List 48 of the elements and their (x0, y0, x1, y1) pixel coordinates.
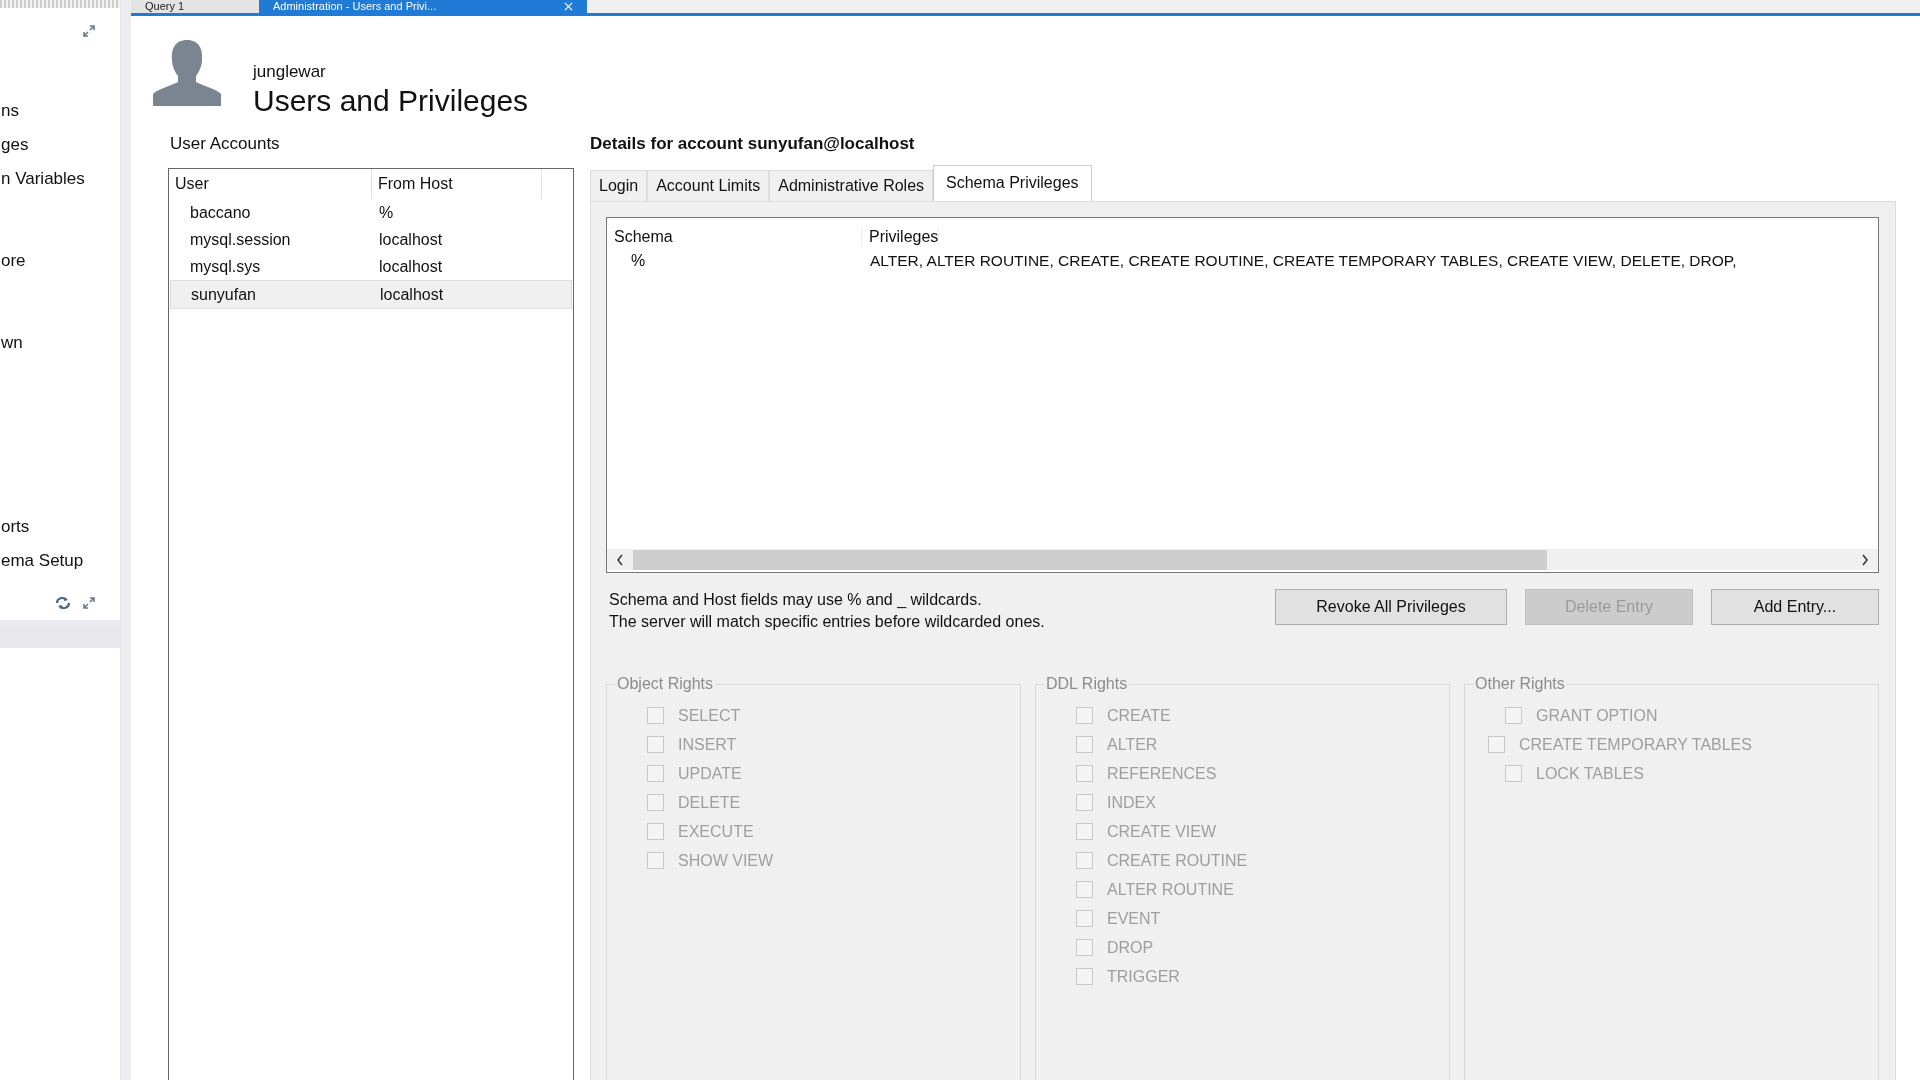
tab[interactable]: Account Limits (647, 170, 770, 201)
sidebar-item[interactable]: ore (0, 244, 26, 278)
section-title: User Accounts (169, 134, 281, 155)
document-tab[interactable]: Administration - Users and Privi... (259, 0, 587, 13)
table-cell-text: % (630, 252, 647, 270)
column-header[interactable]: Schema (607, 228, 862, 246)
tab[interactable]: Login (590, 170, 648, 201)
group-title: Other Rights (1474, 675, 1566, 693)
page-title: Users and Privileges (253, 84, 529, 118)
note-text: The server will match specific entries before wildcarded ones. (609, 612, 1045, 632)
group-title: Object Rights (616, 675, 715, 693)
expand-icon[interactable] (82, 596, 96, 610)
account-row[interactable]: baccano % (170, 199, 572, 226)
table-cell-text: ALTER, ALTER ROUTINE, CREATE, CREATE ROUTINE, CREATE TEMPORARY TABLES, CREATE VIEW, DELETE, DROP, (869, 252, 1737, 270)
close-icon[interactable] (564, 2, 573, 11)
table-cell-text: % (378, 203, 394, 222)
table-cell-text: localhost (379, 285, 444, 304)
table-cell-text: mysql.session (189, 230, 292, 249)
account-row[interactable]: mysql.session localhost (170, 226, 572, 253)
table-cell-text: localhost (378, 230, 443, 249)
sidebar-item[interactable]: ema Setup (0, 544, 84, 578)
note-text: Schema and Host fields may use % and _ wildcards. (609, 590, 983, 610)
details-title: Details for account sunyufan@localhost (590, 134, 916, 155)
column-header[interactable]: User (169, 169, 372, 199)
sidebar-item[interactable]: ges (0, 128, 29, 162)
table-cell-text: baccano (189, 203, 252, 222)
column-header[interactable]: Privileges (862, 228, 940, 246)
table-cell-text: mysql.sys (189, 257, 262, 276)
sidebar-item[interactable]: ns (0, 94, 19, 128)
refresh-icon[interactable] (54, 596, 72, 610)
grip-strip[interactable] (0, 0, 120, 8)
tab[interactable]: Schema Privileges (933, 165, 1092, 201)
expand-icon[interactable] (82, 24, 96, 38)
sidebar-item[interactable]: wn (0, 326, 23, 360)
action-button[interactable]: Add Entry... (1711, 589, 1879, 625)
account-row[interactable]: mysql.sys localhost (170, 253, 572, 280)
table-cell-text: localhost (378, 257, 443, 276)
group-title: DDL Rights (1045, 675, 1129, 693)
account-row[interactable]: sunyufan localhost (170, 280, 572, 309)
table-cell-text: sunyufan (190, 285, 257, 304)
document-tab[interactable]: Query 1 (131, 0, 259, 13)
column-header[interactable]: From Host (372, 169, 542, 199)
sidebar-item[interactable]: n Variables (0, 162, 85, 196)
sidebar-item[interactable]: orts (0, 510, 30, 544)
action-button[interactable]: Revoke All Privileges (1275, 589, 1507, 625)
connection-name: junglewar (253, 62, 327, 82)
user-silhouette-icon (151, 38, 223, 106)
tab[interactable]: Administrative Roles (769, 170, 934, 201)
